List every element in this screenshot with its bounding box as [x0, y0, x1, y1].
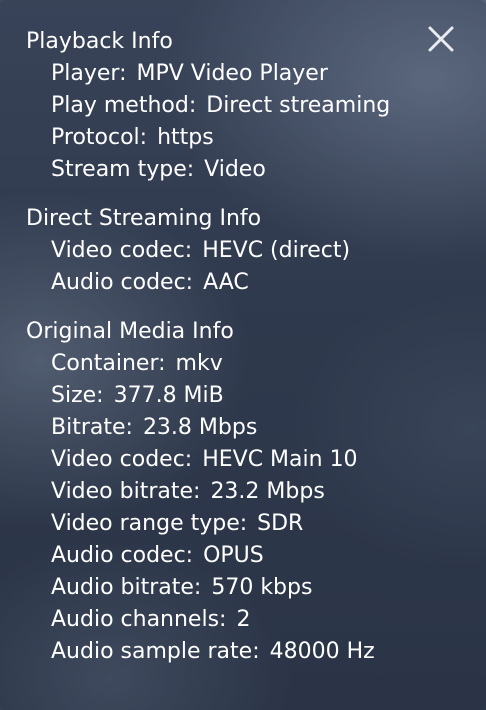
row-value: Direct streaming — [206, 93, 391, 118]
info-row-video-bitrate: Video bitrate: 23.2 Mbps — [26, 476, 466, 508]
row-label: Protocol: — [51, 125, 148, 150]
row-value: MPV Video Player — [136, 61, 328, 86]
info-row-audio-sample-rate: Audio sample rate: 48000 Hz — [26, 636, 466, 668]
row-label: Audio codec: — [51, 543, 194, 568]
info-row-video-range-type: Video range type: SDR — [26, 508, 466, 540]
row-value: 23.2 Mbps — [210, 479, 325, 504]
row-value: HEVC (direct) — [202, 238, 351, 263]
row-label: Video range type: — [51, 511, 248, 536]
info-content: Playback Info Player: MPV Video Player Pl… — [26, 26, 466, 685]
info-row-bitrate: Bitrate: 23.8 Mbps — [26, 412, 466, 444]
info-row-video-codec: Video codec: HEVC (direct) — [26, 235, 466, 267]
info-row-player: Player: MPV Video Player — [26, 58, 466, 90]
row-value: mkv — [175, 351, 223, 376]
info-row-container: Container: mkv — [26, 348, 466, 380]
row-value: SDR — [257, 511, 304, 536]
section-title: Original Media Info — [26, 319, 234, 344]
section-original-media-info: Original Media Info Container: mkv Size: 3… — [26, 316, 466, 668]
row-value: 570 kbps — [211, 575, 313, 600]
row-value: OPUS — [203, 543, 264, 568]
row-label: Video codec: — [51, 447, 193, 472]
row-value: 377.8 MiB — [113, 383, 224, 408]
row-label: Player: — [51, 61, 127, 86]
row-value: https — [157, 125, 214, 150]
row-value: 48000 Hz — [269, 639, 375, 664]
section-playback-info: Playback Info Player: MPV Video Player Pl… — [26, 26, 466, 186]
info-row-stream-type: Stream type: Video — [26, 154, 466, 186]
info-row-protocol: Protocol: https — [26, 122, 466, 154]
info-row-size: Size: 377.8 MiB — [26, 380, 466, 412]
row-value: Video — [204, 157, 266, 182]
info-row-audio-channels: Audio channels: 2 — [26, 604, 466, 636]
info-row-audio-bitrate: Audio bitrate: 570 kbps — [26, 572, 466, 604]
info-row-audio-codec: Audio codec: AAC — [26, 267, 466, 299]
row-label: Audio channels: — [51, 607, 227, 632]
row-label: Video codec: — [51, 238, 193, 263]
row-label: Audio sample rate: — [51, 639, 260, 664]
section-direct-streaming-info: Direct Streaming Info Video codec: HEVC (… — [26, 203, 466, 299]
row-value: 2 — [236, 607, 251, 632]
row-label: Play method: — [51, 93, 197, 118]
info-row-play-method: Play method: Direct streaming — [26, 90, 466, 122]
row-label: Stream type: — [51, 157, 195, 182]
row-value: AAC — [203, 270, 249, 295]
row-label: Bitrate: — [51, 415, 133, 440]
playback-info-panel: Playback Info Player: MPV Video Player Pl… — [0, 0, 486, 710]
section-title: Playback Info — [26, 29, 173, 54]
row-value: HEVC Main 10 — [202, 447, 358, 472]
row-label: Size: — [51, 383, 104, 408]
row-label: Container: — [51, 351, 166, 376]
info-row-audio-codec: Audio codec: OPUS — [26, 540, 466, 572]
row-label: Audio codec: — [51, 270, 194, 295]
row-label: Audio bitrate: — [51, 575, 202, 600]
row-label: Video bitrate: — [51, 479, 201, 504]
info-row-video-codec: Video codec: HEVC Main 10 — [26, 444, 466, 476]
row-value: 23.8 Mbps — [142, 415, 258, 440]
section-title: Direct Streaming Info — [26, 206, 262, 231]
